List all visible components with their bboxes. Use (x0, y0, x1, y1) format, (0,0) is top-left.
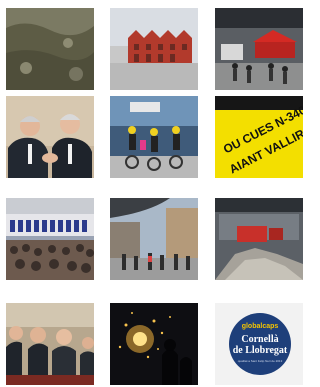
red-building-image (110, 8, 198, 90)
cornella-badge-logo: globalcaps Cornellà de Llobregat qualita… (229, 313, 291, 375)
badge-top-text: globalcaps (241, 323, 279, 330)
rocky-hillside-image (6, 8, 94, 90)
badge-line1: Cornellà (241, 334, 279, 345)
choir-event-image (6, 198, 94, 280)
fire-festival-image (110, 303, 198, 385)
street-crowd-image (110, 198, 198, 280)
officials-group-image (6, 303, 94, 385)
handshake-image (6, 96, 94, 178)
thumb-rocky-hillside[interactable] (6, 8, 94, 90)
spinning-class-image (110, 96, 198, 178)
thumb-choir-event[interactable] (6, 198, 94, 280)
badge-small-text: qualitat a Sant Felip Neri de 2013 (237, 359, 283, 363)
thumb-street-crowd[interactable] (110, 198, 198, 280)
thumb-spinning-class[interactable] (110, 96, 198, 178)
thumb-fire-festival[interactable] (110, 303, 198, 385)
thumb-yellow-banner[interactable]: OU CUES N-340 AIANT VALLIRAN (215, 96, 303, 178)
thumb-red-tent-market[interactable] (215, 8, 303, 90)
thumb-officials-group[interactable] (6, 303, 94, 385)
badge-line2: de Llobregat (232, 345, 288, 356)
debris-pile-image (215, 198, 303, 280)
thumb-cornella-badge[interactable]: globalcaps Cornellà de Llobregat qualita… (215, 303, 303, 385)
photo-grid: OU CUES N-340 AIANT VALLIRAN globalcaps … (0, 0, 303, 387)
red-tent-market-image (215, 8, 303, 90)
thumb-red-building[interactable] (110, 8, 198, 90)
thumb-debris-pile[interactable] (215, 198, 303, 280)
thumb-handshake[interactable] (6, 96, 94, 178)
